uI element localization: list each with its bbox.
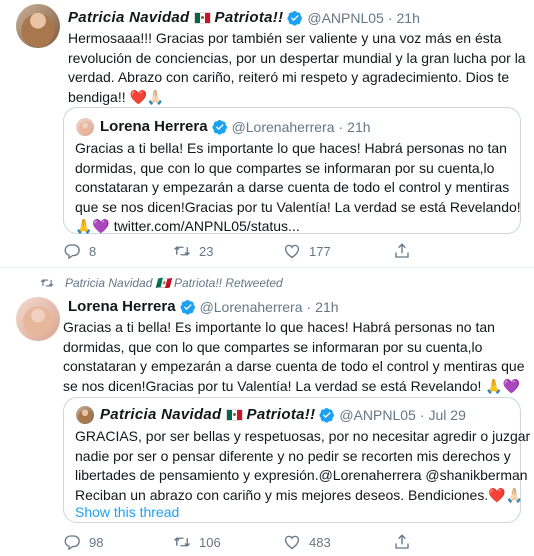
retweet-count: 23: [199, 243, 214, 259]
like-button[interactable]: 483: [283, 533, 393, 551]
reply-button[interactable]: 98: [63, 533, 173, 551]
quoted-header: Lorena Herrera @Lorenaherrera · 21h: [100, 118, 371, 135]
retweet-count: 106: [199, 534, 221, 550]
quoted-text: GRACIAS, por ser bellas y respetuosas, p…: [75, 427, 534, 505]
tweet-header: Patricia Navidad Patriota!! @ANPNL05 · 2…: [68, 9, 420, 26]
verified-icon: [319, 407, 335, 423]
quoted-author-name: Patricia Navidad: [100, 406, 222, 423]
mexico-flag-icon: [225, 408, 243, 421]
tweet-text-line: revolución de conciencias, por un desper…: [68, 49, 526, 66]
verified-icon: [180, 299, 195, 315]
tweet-actions: 8 23 177: [63, 242, 411, 260]
author-handle[interactable]: @ANPNL05: [307, 10, 383, 26]
share-icon: [395, 243, 409, 258]
separator-dot: ·: [419, 406, 425, 423]
share-button[interactable]: [393, 242, 411, 260]
tweet-text: Hermosaaa!!! Gracias por también ser val…: [68, 29, 526, 107]
like-count: 177: [309, 243, 331, 259]
tweet-header: Lorena Herrera @Lorenaherrera · 21h: [68, 298, 339, 315]
mexico-flag-icon: [193, 11, 211, 24]
tweet-text-line: verdad. Abrazo con cariño, reiteró mi re…: [68, 69, 510, 85]
tweet-text-line: Gracias a ti bella! Es importante lo que…: [63, 319, 495, 335]
tweet-text-line: constataran y empezarán a darse cuenta d…: [63, 358, 525, 374]
reply-icon: [64, 535, 80, 551]
quoted-text-line: que se nos dicen!Gracias por tu Valentía…: [75, 198, 521, 215]
like-button[interactable]: 177: [283, 242, 393, 260]
quoted-avatar: [76, 118, 94, 136]
reply-count: 8: [89, 243, 97, 259]
retweet-context-text: Patricia Navidad 🇲🇽 Patriota!! Retweeted: [65, 276, 283, 290]
retweet-icon: [174, 537, 190, 547]
quoted-text-line: Gracias a ti bella! Es importante lo que…: [75, 140, 507, 156]
timestamp[interactable]: 21h: [315, 299, 338, 315]
quoted-timestamp: 21h: [347, 118, 371, 135]
show-thread-link[interactable]: Show this thread: [75, 503, 179, 523]
quoted-header: Patricia Navidad Patriota!! @ANPNL05 · J…: [100, 406, 466, 423]
quoted-handle: @ANPNL05: [339, 406, 416, 423]
quoted-timestamp: Jul 29: [428, 406, 466, 423]
tweet-actions: 98 106 483: [63, 533, 411, 551]
quoted-avatar: [76, 406, 94, 424]
author-name[interactable]: Patricia Navidad: [68, 9, 190, 26]
like-icon: [284, 535, 300, 550]
quoted-tweet[interactable]: Patricia Navidad Patriota!! @ANPNL05 · J…: [63, 397, 534, 523]
quoted-text-line: nadie por ser o pensar diferente y no pe…: [75, 447, 511, 464]
verified-icon: [212, 119, 227, 135]
quoted-text-line: libertades de pensamiento y expresión.@L…: [75, 467, 528, 483]
separator-dot: ·: [338, 118, 344, 135]
retweet-icon: [40, 279, 54, 287]
reply-icon: [64, 244, 80, 260]
share-button[interactable]: [393, 533, 411, 551]
quoted-text-line: 🙏💜 twitter.com/ANPNL05/status...: [75, 218, 300, 234]
author-name[interactable]: Lorena Herrera: [68, 298, 176, 315]
retweet-context[interactable]: Patricia Navidad 🇲🇽 Patriota!! Retweeted: [40, 276, 283, 290]
separator-dot: ·: [387, 9, 393, 26]
retweet-button[interactable]: 106: [173, 533, 283, 551]
retweet-button[interactable]: 23: [173, 242, 283, 260]
avatar[interactable]: [16, 297, 60, 341]
reply-count: 98: [89, 534, 104, 550]
like-count: 483: [309, 534, 331, 550]
tweet-text: Gracias a ti bella! Es importante lo que…: [63, 318, 525, 396]
tweet-text-line: se nos dicen!Gracias por tu Valentía! La…: [63, 377, 521, 394]
quoted-handle: @Lorenaherrera: [231, 118, 335, 135]
retweet-icon: [174, 246, 190, 256]
tweet-2[interactable]: Patricia Navidad 🇲🇽 Patriota!! Retweeted…: [0, 269, 534, 556]
quoted-text: Gracias a ti bella! Es importante lo que…: [75, 139, 521, 237]
tweet-text-line: dormidas, que con lo que compartes se in…: [63, 338, 483, 355]
author-badge-text[interactable]: Patriota!!: [215, 9, 284, 26]
quoted-author-name: Lorena Herrera: [100, 118, 208, 135]
author-handle[interactable]: @Lorenaherrera: [200, 299, 303, 315]
quoted-author-badge: Patriota!!: [246, 406, 316, 423]
share-icon: [395, 534, 409, 549]
separator-dot: ·: [306, 298, 312, 315]
tweet-text-line: bendiga!! ❤️🙏🏻: [68, 88, 165, 105]
quoted-text-line: dormidas, que con lo que compartes se in…: [75, 159, 495, 176]
timestamp[interactable]: 21h: [397, 10, 420, 26]
tweet-text-line: Hermosaaa!!! Gracias por también ser val…: [68, 30, 502, 46]
reply-button[interactable]: 8: [63, 242, 173, 260]
avatar[interactable]: [16, 4, 60, 48]
verified-icon: [287, 10, 303, 26]
like-icon: [284, 244, 300, 259]
quoted-text-line: constataran y empezarán a darse cuenta d…: [75, 179, 510, 195]
tweet-1[interactable]: Patricia Navidad Patriota!! @ANPNL05 · 2…: [0, 0, 534, 268]
quoted-tweet[interactable]: Lorena Herrera @Lorenaherrera · 21h Grac…: [63, 107, 521, 234]
quoted-text-line: GRACIAS, por ser bellas y respetuosas, p…: [75, 428, 534, 444]
